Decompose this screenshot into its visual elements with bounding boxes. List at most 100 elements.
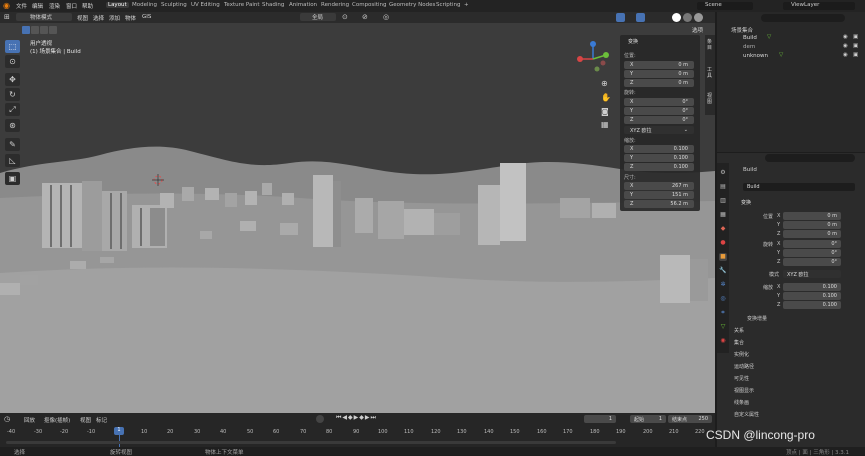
blender-logo-icon[interactable]: ◉ xyxy=(3,1,10,10)
rotation-x-field[interactable]: X 0° xyxy=(624,98,694,106)
outliner-item-unknown[interactable]: unknown xyxy=(743,53,768,59)
add-cube-icon[interactable]: ▣ xyxy=(5,172,20,185)
constraints-tab-icon[interactable]: ⌗ xyxy=(719,309,727,317)
view-layer-tab-icon[interactable]: ▦ xyxy=(719,211,727,219)
measure-icon[interactable]: ◺ xyxy=(5,154,20,167)
record-button[interactable] xyxy=(316,415,324,423)
tab-compositing[interactable]: Compositing xyxy=(350,2,388,8)
menu-window[interactable]: 窗口 xyxy=(66,2,77,10)
section-viewport-display[interactable]: 视图显示 xyxy=(734,387,754,394)
scene-collection-label[interactable]: 场景集合 xyxy=(731,26,753,34)
menu-timeline-view[interactable]: 视图 xyxy=(80,416,91,424)
camera-icon[interactable]: ▣ xyxy=(853,52,858,58)
rotation-mode-select[interactable]: XYZ 欧拉 ⌄ xyxy=(624,126,694,134)
tab-item[interactable]: 条目 xyxy=(707,39,713,51)
menu-edit[interactable]: 编辑 xyxy=(32,2,43,10)
zoom-icon[interactable]: ⊕ xyxy=(601,79,608,88)
select-box-icon[interactable]: ⬚ xyxy=(5,40,20,53)
view-layer-selector[interactable]: ViewLayer xyxy=(783,2,855,10)
overlay-toggle-icon[interactable] xyxy=(636,13,645,22)
camera-icon[interactable]: ▣ xyxy=(853,43,858,49)
tab-geometry-nodes[interactable]: Geometry Nodes xyxy=(387,2,437,8)
output-tab-icon[interactable]: ▥ xyxy=(719,197,727,205)
menu-keying[interactable]: 抠像(插帧) xyxy=(44,416,70,424)
prop-scale-x[interactable]: 0.100 xyxy=(783,283,841,291)
pivot-icon[interactable]: ⊙ xyxy=(342,13,348,21)
outliner-item-dem[interactable]: dem xyxy=(743,44,755,50)
data-tab-icon[interactable]: ▽ xyxy=(719,323,727,331)
prop-rotation-z[interactable]: 0° xyxy=(783,258,841,266)
add-workspace-icon[interactable]: + xyxy=(462,2,471,8)
modifier-tab-icon[interactable]: 🔧 xyxy=(719,267,727,275)
pan-hand-icon[interactable]: ✋ xyxy=(601,93,611,102)
tab-sculpting[interactable]: Sculpting xyxy=(159,2,189,8)
tab-view[interactable]: 视图 xyxy=(707,93,713,105)
prop-rotation-y[interactable]: 0° xyxy=(783,249,841,257)
transform-section-title[interactable]: 变换 xyxy=(741,199,751,206)
section-custom-properties[interactable]: 自定义属性 xyxy=(734,411,759,418)
physics-tab-icon[interactable]: ◎ xyxy=(719,295,727,303)
select-mode-buttons[interactable] xyxy=(22,26,62,34)
scene-selector[interactable]: Scene xyxy=(697,2,753,10)
tab-texture-paint[interactable]: Texture Paint xyxy=(222,2,262,8)
scene-tab-icon[interactable]: ◆ xyxy=(719,225,727,233)
scale-x-field[interactable]: X 0.100 xyxy=(624,145,694,153)
start-frame-field[interactable]: 1 起始 xyxy=(630,415,666,423)
rotation-y-field[interactable]: Y 0° xyxy=(624,107,694,115)
select-invert-icon[interactable] xyxy=(49,26,57,34)
object-tab-icon[interactable]: ■ xyxy=(719,253,727,261)
3d-viewport[interactable]: 用户透视 (1) 场景集合 | Build 选项 ⊕ ✋ ◙ ▦ xyxy=(0,23,715,413)
particles-tab-icon[interactable]: ✲ xyxy=(719,281,727,289)
prop-scale-z[interactable]: 0.100 xyxy=(783,301,841,309)
menu-help[interactable]: 帮助 xyxy=(82,2,93,10)
camera-icon[interactable]: ▣ xyxy=(853,34,858,40)
menu-gis[interactable]: GIS xyxy=(142,14,151,20)
eye-icon[interactable]: ◉ xyxy=(843,52,848,58)
tab-animation[interactable]: Animation xyxy=(287,2,319,8)
transform-icon[interactable]: ⊛ xyxy=(5,119,20,132)
section-line-art[interactable]: 线条画 xyxy=(734,399,749,406)
location-y-field[interactable]: Y0 m xyxy=(624,70,694,78)
ortho-grid-icon[interactable]: ▦ xyxy=(601,120,609,129)
tab-layout[interactable]: Layout xyxy=(106,2,129,8)
dimensions-y-field[interactable]: Y 151 m xyxy=(624,191,694,199)
section-relations[interactable]: 关系 xyxy=(734,327,744,334)
prop-location-x[interactable]: 0 m xyxy=(783,212,841,220)
scale-icon[interactable]: ⤢ xyxy=(5,103,20,116)
delta-transform-section[interactable]: 变换增量 xyxy=(747,315,767,322)
move-icon[interactable]: ✥ xyxy=(5,73,20,86)
prop-location-y[interactable]: 0 m xyxy=(783,221,841,229)
outliner-item-build[interactable]: Build xyxy=(743,35,757,41)
outliner-search[interactable] xyxy=(761,14,845,22)
dimensions-z-field[interactable]: Z 56.2 m xyxy=(624,200,694,208)
location-x-field[interactable]: X0 m xyxy=(624,61,694,69)
timeline-scrollbar[interactable] xyxy=(6,441,616,444)
tab-tool[interactable]: 工具 xyxy=(707,67,713,79)
menu-select[interactable]: 选择 xyxy=(93,14,104,22)
render-tab-icon[interactable]: ▤ xyxy=(719,183,727,191)
tab-rendering[interactable]: Rendering xyxy=(319,2,351,8)
shading-solid-icon[interactable] xyxy=(672,13,681,22)
menu-view[interactable]: 视图 xyxy=(77,14,88,22)
rotation-mode-select[interactable]: XYZ 欧拉 xyxy=(783,270,841,278)
playhead-frame[interactable]: 1 xyxy=(114,427,124,435)
eye-icon[interactable]: ◉ xyxy=(843,43,848,49)
select-extend-icon[interactable] xyxy=(31,26,39,34)
mode-selector[interactable]: 物体模式 xyxy=(16,13,72,21)
gizmo-toggle-icon[interactable] xyxy=(616,13,625,22)
editor-type-icon[interactable]: ⊞ xyxy=(4,13,10,21)
select-new-icon[interactable] xyxy=(22,26,30,34)
options-button[interactable]: 选项 xyxy=(692,26,703,34)
menu-add[interactable]: 添加 xyxy=(109,14,120,22)
rotate-icon[interactable]: ↻ xyxy=(5,88,20,101)
location-z-field[interactable]: Z0 m xyxy=(624,79,694,87)
annotate-icon[interactable]: ✎ xyxy=(5,138,20,151)
current-frame-field[interactable]: 1 xyxy=(584,415,616,423)
menu-file[interactable]: 文件 xyxy=(16,2,27,10)
snap-icon[interactable]: ⊘ xyxy=(362,13,368,21)
section-visibility[interactable]: 可见性 xyxy=(734,375,749,382)
prop-location-z[interactable]: 0 m xyxy=(783,230,841,238)
object-name-field[interactable]: Build xyxy=(743,183,855,191)
menu-object[interactable]: 物体 xyxy=(125,14,136,22)
tab-uv-editing[interactable]: UV Editing xyxy=(189,2,222,8)
